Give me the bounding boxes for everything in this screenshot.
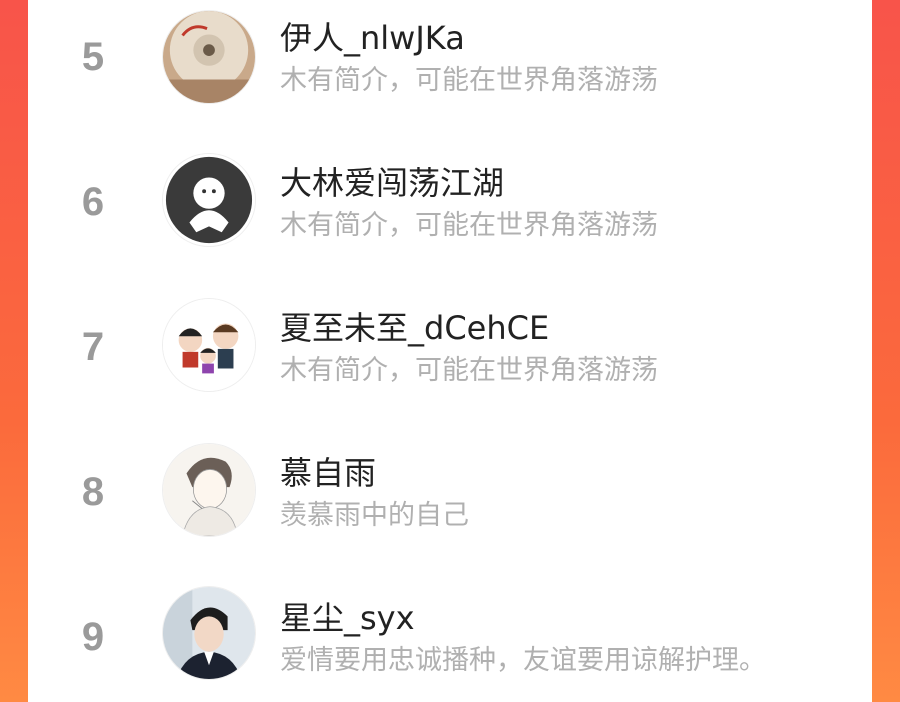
ranking-row[interactable]: 7 夏至未至_dCehCE 木有简介，可能在世界角落游荡 (28, 290, 872, 410)
cartoon-family-avatar-icon[interactable] (162, 298, 256, 392)
ranking-row[interactable]: 8 慕自雨 羡慕雨中的自己 (28, 435, 872, 555)
default-ghost-avatar-icon[interactable] (162, 153, 256, 247)
rank-number: 6 (81, 180, 105, 224)
ranking-row[interactable]: 6 大林爱闯荡江湖 木有简介，可能在世界角落游荡 (28, 145, 872, 265)
cd-disc-avatar-icon[interactable] (162, 10, 256, 104)
ranking-row[interactable]: 5 伊人_nlwJKa 木有简介，可能在世界角落游荡 (28, 0, 872, 120)
rank-number: 7 (81, 325, 105, 369)
user-name[interactable]: 伊人_nlwJKa (280, 13, 465, 59)
rank-number: 8 (81, 470, 105, 514)
rank-number: 5 (81, 35, 105, 79)
photo-boy-avatar-icon[interactable] (162, 586, 256, 680)
rank-number: 9 (81, 615, 105, 659)
user-name[interactable]: 夏至未至_dCehCE (280, 303, 549, 349)
user-name[interactable]: 大林爱闯荡江湖 (280, 158, 504, 204)
user-name[interactable]: 慕自雨 (280, 448, 376, 494)
sketch-boy-avatar-icon[interactable] (162, 443, 256, 537)
user-bio: 羡慕雨中的自己 (280, 500, 469, 531)
user-bio: 木有简介，可能在世界角落游荡 (280, 355, 658, 386)
user-name[interactable]: 星尘_syx (280, 593, 415, 639)
ranking-row[interactable]: 9 星尘_syx 爱情要用忠诚播种，友谊要用谅解护理。 (28, 580, 872, 700)
ranking-list-panel: 5 伊人_nlwJKa 木有简介，可能在世界角落游荡 6 大林爱闯荡江湖 木有简… (28, 0, 872, 702)
user-bio: 木有简介，可能在世界角落游荡 (280, 210, 658, 241)
user-bio: 爱情要用忠诚播种，友谊要用谅解护理。 (280, 645, 766, 676)
user-bio: 木有简介，可能在世界角落游荡 (280, 65, 658, 96)
